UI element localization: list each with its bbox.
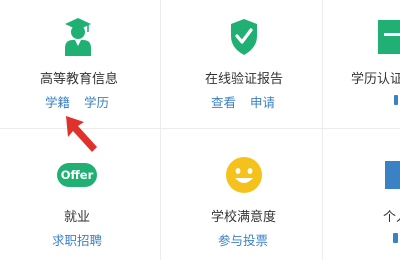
service-card-online-verification: 在线验证报告 查看 申请 [161,0,322,128]
red-pointer-arrow-icon [66,116,97,152]
link-education-background[interactable]: 学历 [84,92,109,111]
link-job-recruitment[interactable]: 求职招聘 [52,230,102,249]
service-title: 就业 [64,210,91,225]
link-vote[interactable]: 参与投票 [218,230,268,249]
link-degree-certification[interactable] [394,95,398,105]
smiley-icon [226,157,262,193]
service-card-degree-certification: 学历认证 [323,0,400,128]
service-title: 学历认证 [351,72,400,87]
shield-check-icon [231,19,257,55]
service-title: 学校满意度 [211,210,277,225]
service-card-higher-education: 高等教育信息 学籍 学历 [0,0,160,128]
person-icon [385,161,400,189]
certificate-icon [378,20,400,54]
graduate-icon [65,18,91,56]
link-apply-report[interactable]: 申请 [250,92,275,111]
offer-icon: Offer [57,163,97,187]
service-title: 高等教育信息 [40,72,119,87]
link-student-status[interactable]: 学籍 [45,92,70,111]
service-title: 在线验证报告 [205,72,284,87]
service-card-personal: 个人 [323,129,400,260]
link-view-report[interactable]: 查看 [211,92,236,111]
service-card-school-satisfaction: 学校满意度 参与投票 [161,129,322,260]
service-title: 个人 [383,210,400,225]
link-personal[interactable] [393,233,398,243]
